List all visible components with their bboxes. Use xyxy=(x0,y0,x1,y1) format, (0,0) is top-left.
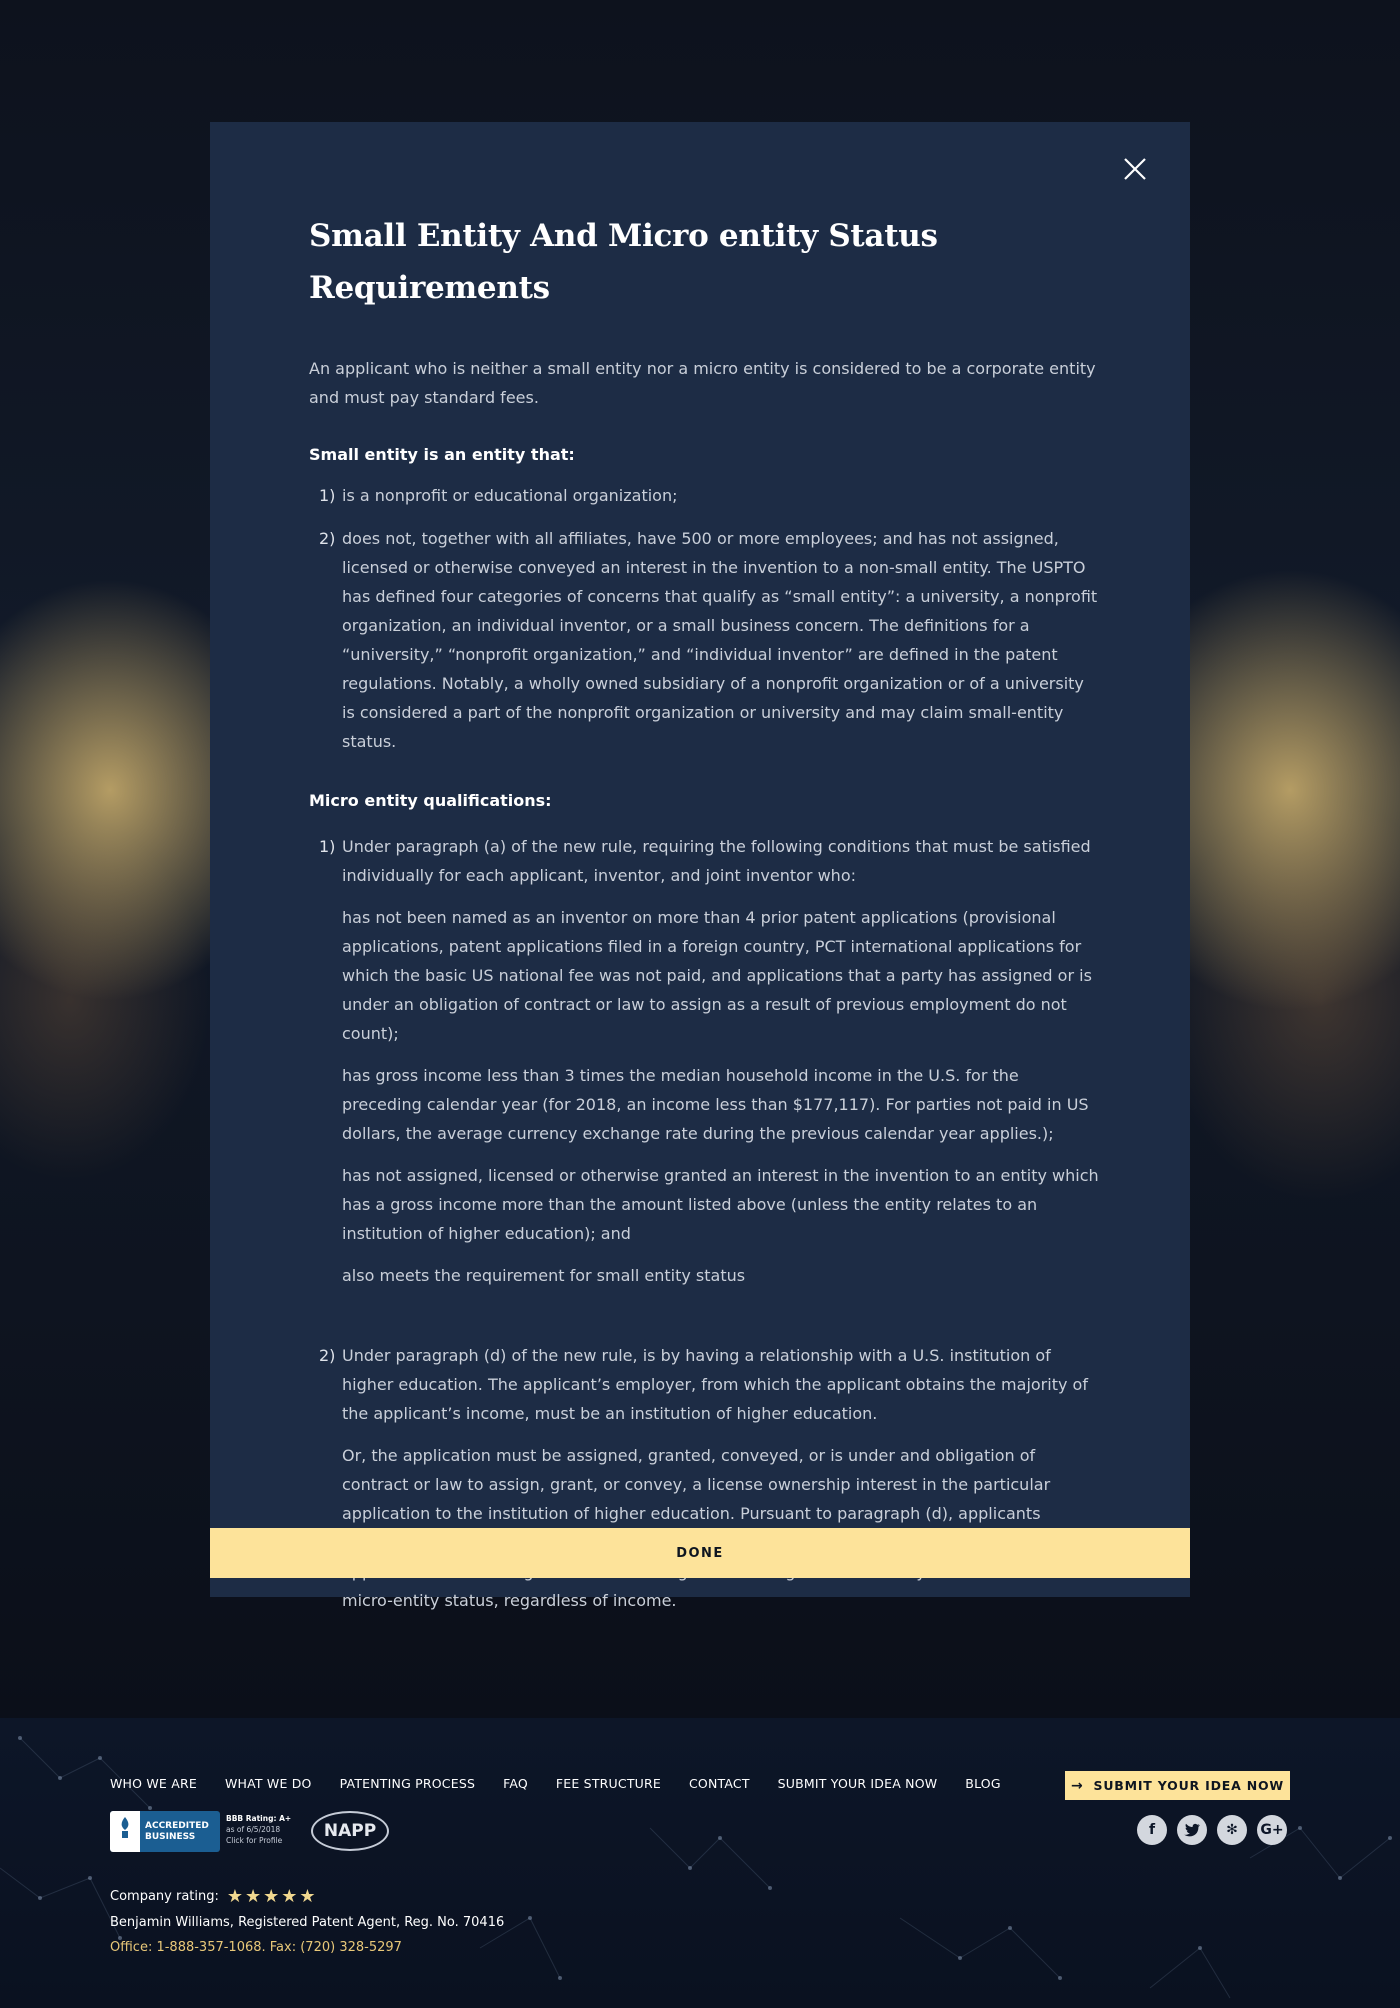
google-plus-icon[interactable]: G+ xyxy=(1257,1815,1287,1845)
modal-content: Small Entity And Micro entity Status Req… xyxy=(309,210,1099,1615)
footer-nav: WHO WE ARE WHAT WE DO PATENTING PROCESS … xyxy=(110,1776,1029,1791)
bbb-rating-info[interactable]: BBB Rating: A+ as of 6/5/2018 Click for … xyxy=(226,1813,291,1846)
nav-what-we-do[interactable]: WHAT WE DO xyxy=(225,1776,312,1791)
condition-text: has not been named as an inventor on mor… xyxy=(342,908,1092,1043)
list-item: 2) does not, together with all affiliate… xyxy=(309,524,1099,756)
list-number: 1) xyxy=(319,837,336,856)
nav-faq[interactable]: FAQ xyxy=(503,1776,528,1791)
nav-submit-your-idea[interactable]: SUBMIT YOUR IDEA NOW xyxy=(778,1776,938,1791)
company-rating: Company rating: ★★★★★ xyxy=(110,1886,318,1907)
list-item: 1) is a nonprofit or educational organiz… xyxy=(309,481,1099,510)
bbb-rating: BBB Rating: A+ xyxy=(226,1814,292,1823)
nav-fee-structure[interactable]: FEE STRUCTURE xyxy=(556,1776,661,1791)
bbb-accredited-text: ACCREDITED BUSINESS xyxy=(140,1821,209,1843)
modal-title: Small Entity And Micro entity Status Req… xyxy=(309,218,938,306)
done-button[interactable]: DONE xyxy=(210,1528,1190,1578)
napp-logo[interactable]: NAPP xyxy=(311,1811,389,1851)
bbb-accredited-line: ACCREDITED xyxy=(145,1820,209,1831)
office-contact[interactable]: Office: 1-888-357-1068. Fax: (720) 328-5… xyxy=(110,1940,402,1955)
yelp-icon[interactable]: ✻ xyxy=(1217,1815,1247,1845)
constellation-background xyxy=(0,1736,1392,1999)
micro-entity-heading: Micro entity qualifications: xyxy=(309,791,552,810)
social-links: f ✻ G+ xyxy=(1137,1815,1297,1845)
intro-paragraph: An applicant who is neither a small enti… xyxy=(309,359,1096,407)
condition-text: has gross income less than 3 times the m… xyxy=(342,1066,1089,1143)
bbb-date: as of 6/5/2018 xyxy=(226,1825,281,1834)
condition-text: also meets the requirement for small ent… xyxy=(342,1266,746,1285)
list-text: Under paragraph (d) of the new rule, is … xyxy=(342,1346,1088,1423)
bbb-logo xyxy=(110,1811,140,1852)
bbb-profile-link: Click for Profile xyxy=(226,1836,283,1845)
condition-text: has not assigned, licensed or otherwise … xyxy=(342,1166,1099,1243)
list-text: is a nonprofit or educational organizati… xyxy=(342,486,678,505)
rating-stars-icon: ★★★★★ xyxy=(226,1886,318,1907)
submit-idea-button[interactable]: → SUBMIT YOUR IDEA NOW xyxy=(1065,1771,1290,1800)
small-entity-heading: Small entity is an entity that: xyxy=(309,445,575,464)
nav-who-we-are[interactable]: WHO WE ARE xyxy=(110,1776,197,1791)
facebook-icon[interactable]: f xyxy=(1137,1815,1167,1845)
nav-patenting-process[interactable]: PATENTING PROCESS xyxy=(340,1776,476,1791)
site-footer: WHO WE ARE WHAT WE DO PATENTING PROCESS … xyxy=(0,1718,1400,2008)
list-item: 1) Under paragraph (a) of the new rule, … xyxy=(309,832,1099,1290)
list-number: 2) xyxy=(319,529,336,548)
nav-contact[interactable]: CONTACT xyxy=(689,1776,750,1791)
nav-blog[interactable]: BLOG xyxy=(965,1776,1000,1791)
list-text: does not, together with all affiliates, … xyxy=(342,529,1098,751)
twitter-icon[interactable] xyxy=(1177,1815,1207,1845)
bbb-torch-icon xyxy=(121,1816,129,1838)
agent-info: Benjamin Williams, Registered Patent Age… xyxy=(110,1915,505,1930)
submit-idea-label: SUBMIT YOUR IDEA NOW xyxy=(1093,1778,1284,1793)
list-text: Under paragraph (a) of the new rule, req… xyxy=(342,837,1091,885)
arrow-right-icon: → xyxy=(1070,1777,1084,1794)
bbb-business-line: BUSINESS xyxy=(145,1831,196,1842)
list-number: 1) xyxy=(319,486,336,505)
list-number: 2) xyxy=(319,1346,336,1365)
bbb-badge[interactable]: ACCREDITED BUSINESS xyxy=(110,1811,220,1852)
close-icon[interactable] xyxy=(1120,154,1150,184)
company-rating-label: Company rating: xyxy=(110,1889,219,1904)
